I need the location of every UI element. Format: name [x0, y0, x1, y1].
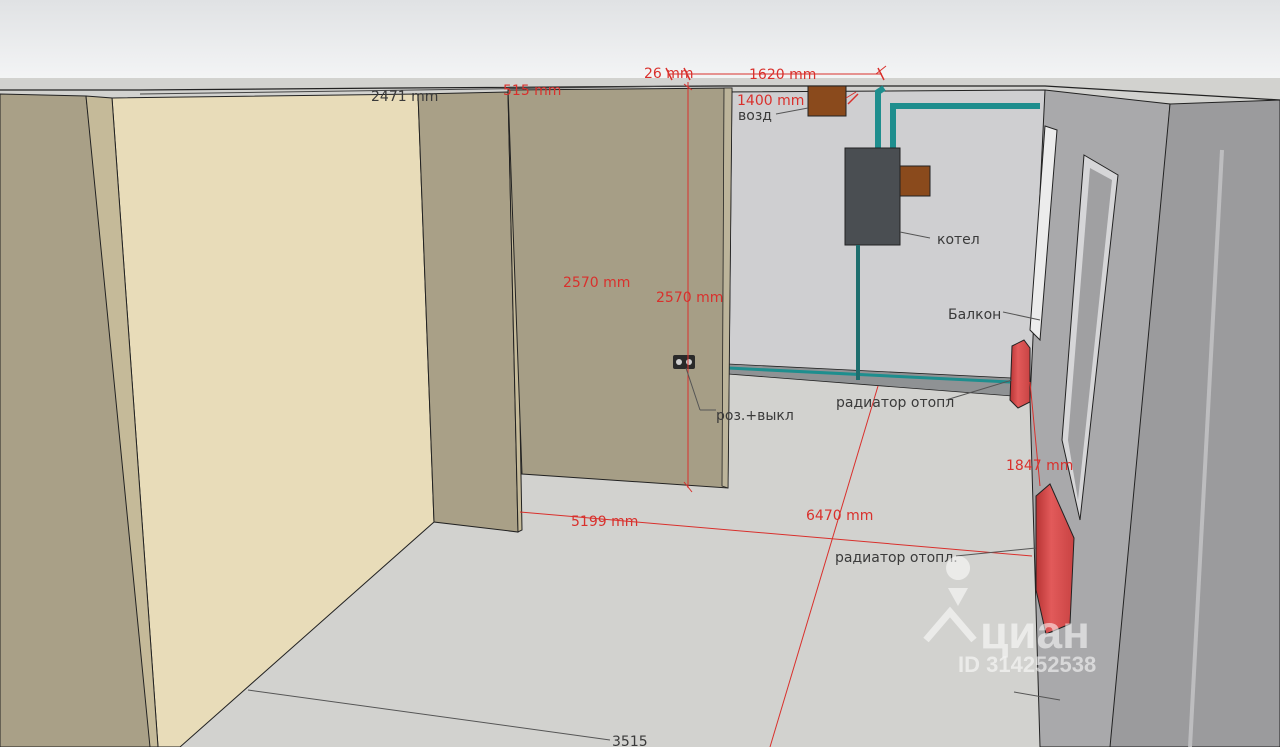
floor-plan-scene: 26 mm 1620 mm 1400 mm 2471 mm 515 mm 257…: [0, 0, 1280, 747]
dim-1400: 1400 mm: [737, 93, 804, 109]
label-boiler: котел: [937, 232, 980, 248]
dim-2570-b: 2570 mm: [656, 290, 723, 306]
dim-6470: 6470 mm: [806, 508, 873, 524]
dim-2471: 2471 mm: [371, 89, 438, 105]
dim-2570-a: 2570 mm: [563, 275, 630, 291]
dim-515: 515 mm: [503, 83, 561, 99]
dim-26: 26 mm: [644, 66, 694, 82]
label-radiator-1: радиатор отопл: [836, 395, 954, 411]
dim-3515: 3515: [612, 734, 648, 747]
watermark-id: ID 314252538: [958, 652, 1096, 677]
dim-1847: 1847 mm: [1006, 458, 1073, 474]
label-balcony: Балкон: [948, 307, 1001, 323]
radiator-1: [1009, 339, 1031, 409]
watermark-brand: циан: [980, 606, 1090, 658]
label-radiator-2: радиатор отопл.: [835, 550, 958, 566]
outlet-icon: [673, 355, 695, 369]
sky-background: [0, 0, 1280, 78]
label-air: возд: [738, 108, 772, 124]
dim-1620: 1620 mm: [749, 67, 816, 83]
air-vent-box: [807, 85, 847, 117]
dim-5199: 5199 mm: [571, 514, 638, 530]
pillar: [417, 91, 519, 533]
label-outlet: роз.+выкл: [716, 408, 794, 424]
